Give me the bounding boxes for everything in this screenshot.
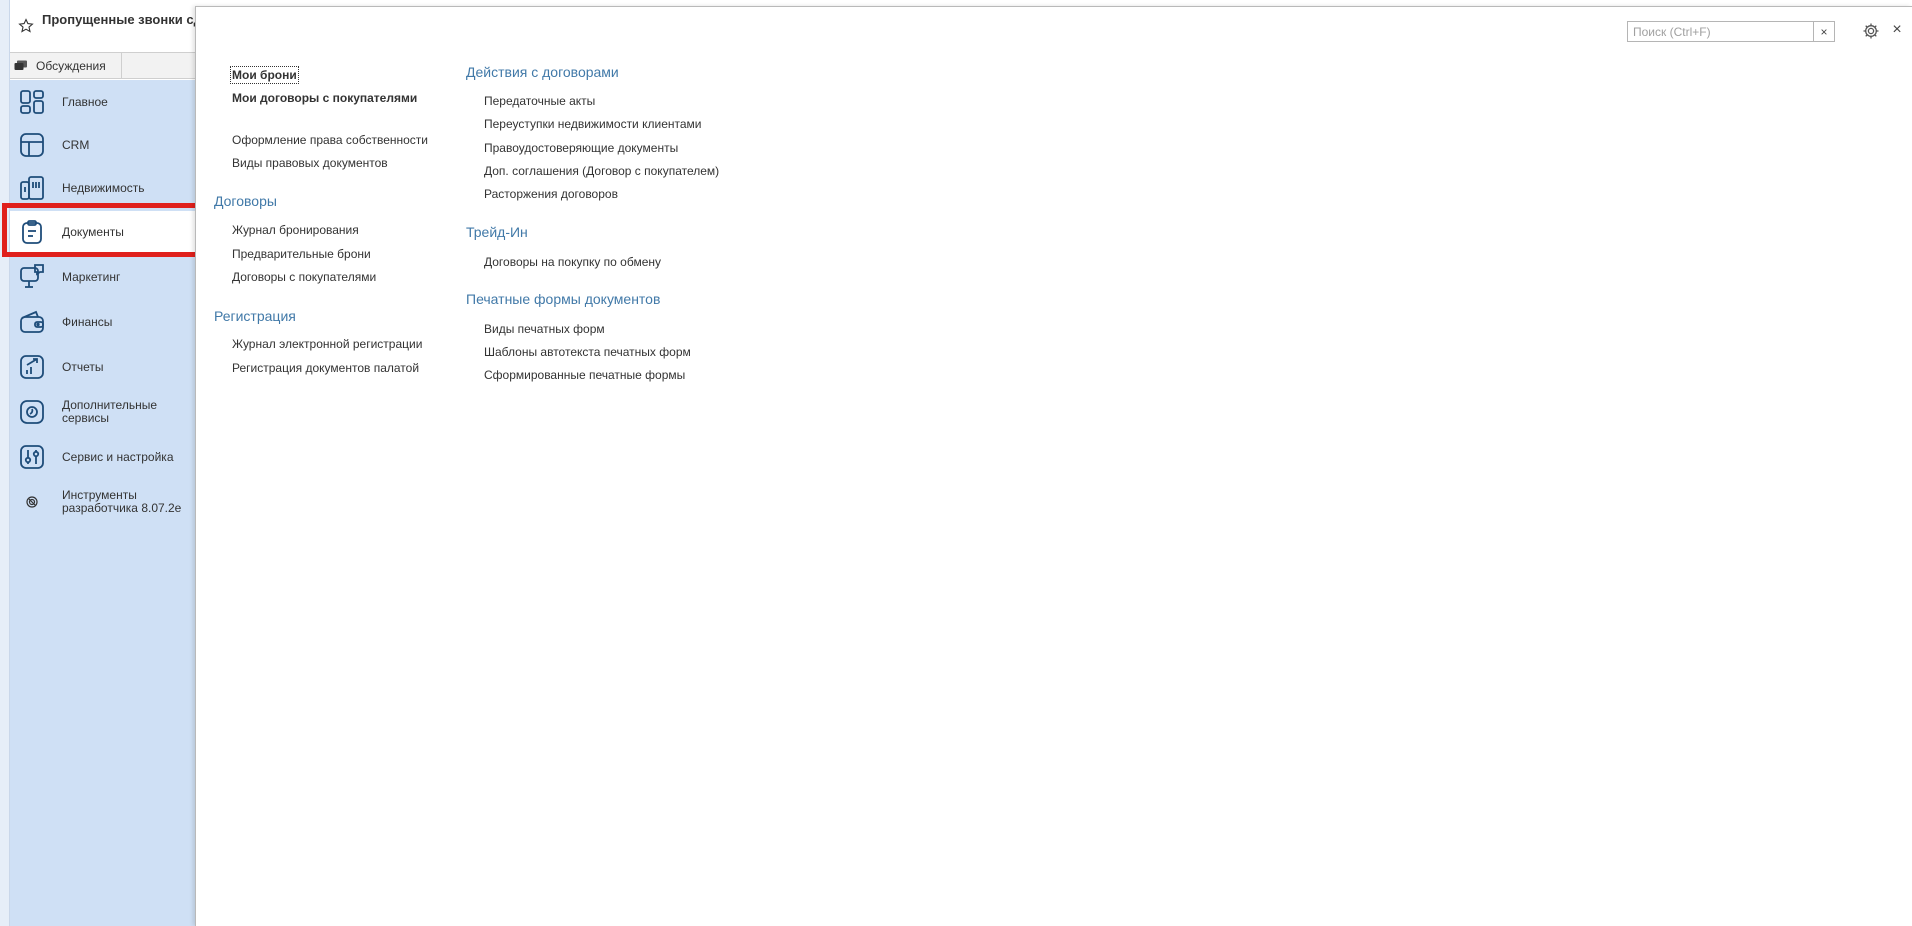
star-icon[interactable] [18,18,34,34]
sidebar-item-label: Отчеты [62,359,104,374]
chart-up-icon [20,355,44,379]
window-header: Пропущенные звонки сде [10,0,202,50]
home-grid-icon [20,90,44,114]
sidebar-item-main[interactable]: Главное [10,82,196,122]
link-autotext-templates[interactable]: Шаблоны автотекста печатных форм [484,345,691,359]
sidebar-item-label: Финансы [62,314,113,329]
crm-layout-icon [20,133,44,157]
link-chamber-registration[interactable]: Регистрация документов палатой [232,361,419,375]
wallet-icon [20,310,44,333]
services-icon [20,400,44,424]
monitor-chat-icon [20,264,44,288]
link-title-documents[interactable]: Правоудостоверяющие документы [484,141,678,155]
sidebar-item-finance[interactable]: Финансы [10,301,196,343]
sidebar-item-label: Маркетинг [62,269,121,284]
window-left-edge [0,0,10,926]
page-title: Пропущенные звонки сде [42,12,202,27]
link-additional-agreements[interactable]: Доп. соглашения (Договор с покупателем) [484,164,719,178]
link-print-form-types[interactable]: Виды печатных форм [484,322,605,336]
search-clear-button[interactable]: × [1813,22,1834,41]
link-e-registration-journal[interactable]: Журнал электронной регистрации [232,337,422,351]
sidebar-item-service-settings[interactable]: Сервис и настройка [10,436,196,478]
discussions-bar: Обсуждения [10,52,196,79]
sidebar-item-label: Главное [62,94,108,109]
group-title-contract-actions: Действия с договорами [466,64,619,80]
link-preliminary-bookings[interactable]: Предварительные брони [232,247,371,261]
sidebar-item-label: Инструменты разработчика 8.07.2e [62,488,182,515]
sidebar-item-label: Дополнительные сервисы [62,398,157,425]
sidebar-item-label: CRM [62,137,90,152]
link-booking-journal[interactable]: Журнал бронирования [232,223,359,237]
link-generated-print-forms[interactable]: Сформированные печатные формы [484,368,685,382]
sidebar-item-label: Документы [62,224,124,239]
sidebar-item-crm[interactable]: CRM [10,125,196,165]
sidebar-item-reports[interactable]: Отчеты [10,346,196,388]
sidebar-item-label: Недвижимость [62,180,145,195]
link-my-bookings[interactable]: Мои брони [230,66,299,84]
group-title-trade-in: Трейд-Ин [466,224,528,240]
chat-bubbles-icon [14,60,27,70]
clipboard-document-icon [22,220,42,244]
group-title-registration: Регистрация [214,308,296,324]
gear-icon[interactable] [1862,22,1880,40]
link-my-buyer-contracts[interactable]: Мои договоры с покупателями [232,91,417,105]
sidebar-item-marketing[interactable]: Маркетинг [10,256,196,298]
search-input[interactable] [1628,22,1813,41]
link-exchange-purchase-contracts[interactable]: Договоры на покупку по обмену [484,255,661,269]
sidebar-item-additional-services[interactable]: Дополнительные сервисы [10,391,196,433]
link-transfer-acts[interactable]: Передаточные акты [484,94,595,108]
developer-tools-icon [26,496,38,508]
sidebar: Главное CRM Недвижимость Документы Марке… [10,80,196,926]
link-ownership-registration[interactable]: Оформление права собственности [232,133,428,147]
link-property-assignments[interactable]: Переуступки недвижимости клиентами [484,117,701,131]
sidebar-item-label: Сервис и настройка [62,449,174,464]
documents-panel: × × Мои брони Мои договоры с покупателям… [195,6,1912,926]
sidebar-item-real-estate[interactable]: Недвижимость [10,168,196,208]
link-contract-terminations[interactable]: Расторжения договоров [484,187,618,201]
search-box: × [1627,21,1835,42]
discussions-label: Обсуждения [36,59,106,73]
sidebar-item-documents[interactable]: Документы [10,211,196,253]
group-title-contracts: Договоры [214,193,277,209]
group-title-print-forms: Печатные формы документов [466,291,661,307]
close-panel-button[interactable]: × [1888,21,1906,39]
sidebar-item-developer-tools[interactable]: Инструменты разработчика 8.07.2e [10,481,196,523]
sliders-icon [20,445,44,469]
buildings-icon [20,176,44,200]
discussions-button[interactable]: Обсуждения [10,53,122,79]
link-buyer-contracts[interactable]: Договоры с покупателями [232,270,376,284]
link-legal-document-types[interactable]: Виды правовых документов [232,156,388,170]
